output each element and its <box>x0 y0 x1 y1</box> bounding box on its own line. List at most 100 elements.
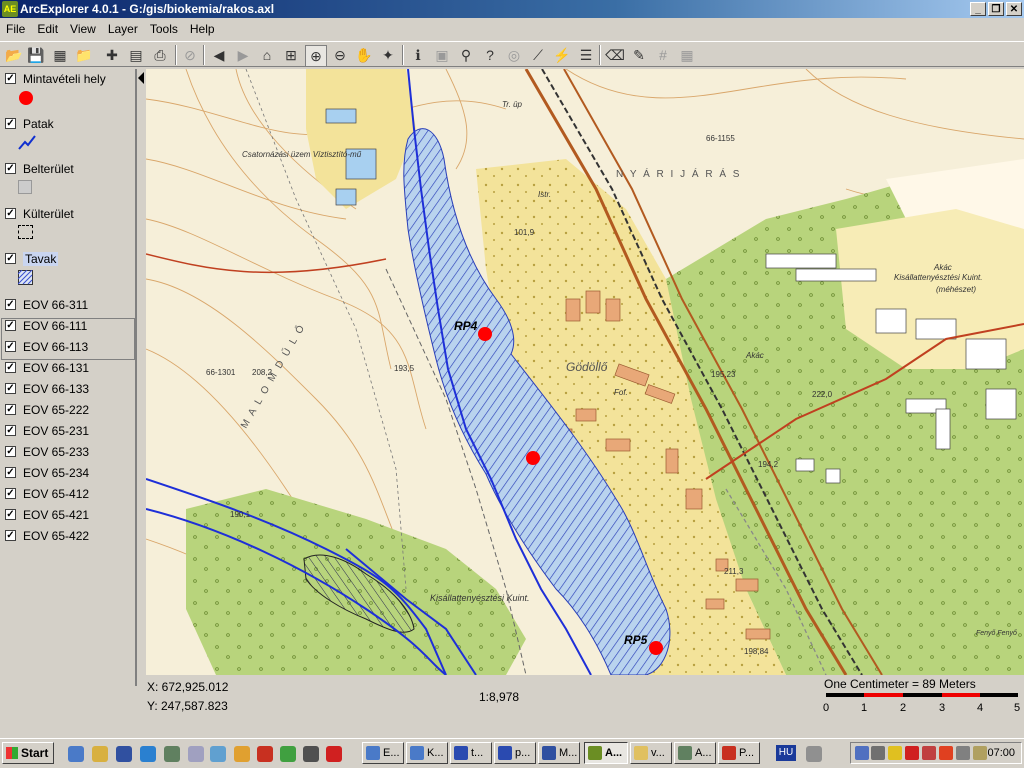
elevation-label: 195,23 <box>711 370 736 379</box>
winamp-icon[interactable] <box>234 746 250 762</box>
map-canvas[interactable]: RP4 RP5 Gödöllő Kisállattenyésztési Kuin… <box>146 69 1024 675</box>
layer-checkbox[interactable]: ✓ <box>5 362 16 373</box>
layer-checkbox[interactable]: ✓ <box>5 404 16 415</box>
find-icon[interactable]: ⚲ <box>456 45 476 65</box>
pan-icon[interactable]: ✋ <box>354 45 374 65</box>
restore-button[interactable]: ❐ <box>988 2 1004 16</box>
toolbar-separator <box>203 45 205 65</box>
media-icon[interactable] <box>303 746 319 762</box>
menu-tools[interactable]: Tools <box>144 19 184 39</box>
sample-point[interactable] <box>526 451 540 465</box>
antivirus-icon[interactable] <box>939 746 953 760</box>
language-indicator[interactable]: HU <box>776 745 796 761</box>
open-icon[interactable]: 📂 <box>4 45 24 65</box>
task-button[interactable]: K... <box>406 742 448 764</box>
identify-icon[interactable]: ℹ <box>408 45 428 65</box>
globe-icon[interactable]: ✦ <box>378 45 398 65</box>
layer-checkbox[interactable]: ✓ <box>5 383 16 394</box>
warning-icon[interactable] <box>888 746 902 760</box>
zoom-in-icon[interactable]: ⊕ <box>305 45 327 67</box>
feather-icon[interactable] <box>116 746 132 762</box>
grid-icon[interactable]: # <box>653 45 673 65</box>
buffer-icon[interactable]: ◎ <box>504 45 524 65</box>
save-as-icon[interactable]: ▦ <box>50 45 70 65</box>
layer-list: ✓ Mintavételi hely ✓ Patak ✓ Belterület … <box>0 69 137 686</box>
clear-icon[interactable]: ⌫ <box>605 45 625 65</box>
add-layer-icon[interactable]: ✚ <box>102 45 122 65</box>
total-icon[interactable] <box>326 746 342 762</box>
network-icon[interactable] <box>210 746 226 762</box>
ie-icon[interactable] <box>140 746 156 762</box>
volume-icon[interactable] <box>871 746 885 760</box>
select-icon[interactable]: ▣ <box>432 45 452 65</box>
sample-point-rp4[interactable] <box>478 327 492 341</box>
layer-checkbox[interactable]: ✓ <box>5 320 16 331</box>
task-label: A... <box>605 747 623 759</box>
task-button-active[interactable]: A... <box>584 742 628 764</box>
minimize-button[interactable]: _ <box>970 2 986 16</box>
outlook-icon[interactable] <box>92 746 108 762</box>
menu-layer[interactable]: Layer <box>102 19 144 39</box>
layer-checkbox[interactable]: ✓ <box>5 253 16 264</box>
paint-icon[interactable] <box>257 746 273 762</box>
layer-checkbox[interactable]: ✓ <box>5 299 16 310</box>
map-view[interactable]: RP4 RP5 Gödöllő Kisállattenyésztési Kuin… <box>146 69 1024 675</box>
clock[interactable]: 07:00 <box>987 746 1015 760</box>
virus-icon[interactable] <box>922 746 936 760</box>
properties-icon[interactable]: ☰ <box>576 45 596 65</box>
back-icon[interactable]: ◀ <box>209 45 229 65</box>
keyboard-icon[interactable] <box>806 746 822 762</box>
layer-checkbox[interactable]: ✓ <box>5 467 16 478</box>
task-button[interactable]: M... <box>538 742 580 764</box>
layer-checkbox[interactable]: ✓ <box>5 425 16 436</box>
task-button[interactable]: E... <box>362 742 404 764</box>
save-icon[interactable]: 💾 <box>26 45 46 65</box>
export-icon[interactable]: 📁 <box>74 45 94 65</box>
task-button[interactable]: t... <box>450 742 492 764</box>
layer-checkbox[interactable]: ✓ <box>5 163 16 174</box>
measure-icon[interactable]: ⟋ <box>528 45 548 65</box>
sample-point-rp5[interactable] <box>649 641 663 655</box>
layer-checkbox[interactable]: ✓ <box>5 341 16 352</box>
zoom-layer-icon[interactable]: ⊞ <box>281 45 301 65</box>
printer-icon[interactable] <box>956 746 970 760</box>
task-button[interactable]: v... <box>630 742 672 764</box>
layer-checkbox[interactable]: ✓ <box>5 208 16 219</box>
task-label: p... <box>515 747 531 759</box>
task-button[interactable]: p... <box>494 742 536 764</box>
menu-help[interactable]: Help <box>184 19 221 39</box>
layer-checkbox[interactable]: ✓ <box>5 118 16 129</box>
security-icon[interactable] <box>973 746 987 760</box>
forward-icon[interactable]: ▶ <box>233 45 253 65</box>
zoom-out-icon[interactable]: ⊖ <box>330 45 350 65</box>
start-button[interactable]: Start <box>2 742 54 764</box>
menu-edit[interactable]: Edit <box>31 19 64 39</box>
table-icon[interactable]: ▦ <box>677 45 697 65</box>
catalog-icon[interactable]: ▤ <box>126 45 146 65</box>
task-label: P... <box>739 747 755 759</box>
layer-checkbox[interactable]: ✓ <box>5 509 16 520</box>
collapse-arrow-icon[interactable] <box>138 72 144 84</box>
layer-checkbox[interactable]: ✓ <box>5 488 16 499</box>
search-icon[interactable] <box>164 746 180 762</box>
task-button[interactable]: P... <box>718 742 760 764</box>
hyperlink-icon[interactable]: ⚡ <box>552 45 572 65</box>
zoom-full-icon[interactable]: ⌂ <box>257 45 277 65</box>
stop-icon[interactable]: ⊘ <box>180 45 200 65</box>
layer-checkbox[interactable]: ✓ <box>5 73 16 84</box>
select-features-icon[interactable]: ✎ <box>629 45 649 65</box>
close-button[interactable]: ✕ <box>1006 2 1022 16</box>
print-icon[interactable]: ⎙ <box>150 45 170 65</box>
menu-file[interactable]: File <box>0 19 31 39</box>
layer-checkbox[interactable]: ✓ <box>5 446 16 457</box>
task-button[interactable]: A... <box>674 742 716 764</box>
notepad-icon[interactable] <box>188 746 204 762</box>
network-icon[interactable] <box>855 746 869 760</box>
plant-icon[interactable] <box>280 746 296 762</box>
za-icon[interactable] <box>905 746 919 760</box>
query-icon[interactable]: ? <box>480 45 500 65</box>
task-label: A... <box>695 747 712 759</box>
layer-checkbox[interactable]: ✓ <box>5 530 16 541</box>
menu-view[interactable]: View <box>64 19 102 39</box>
explorer-icon[interactable] <box>68 746 84 762</box>
